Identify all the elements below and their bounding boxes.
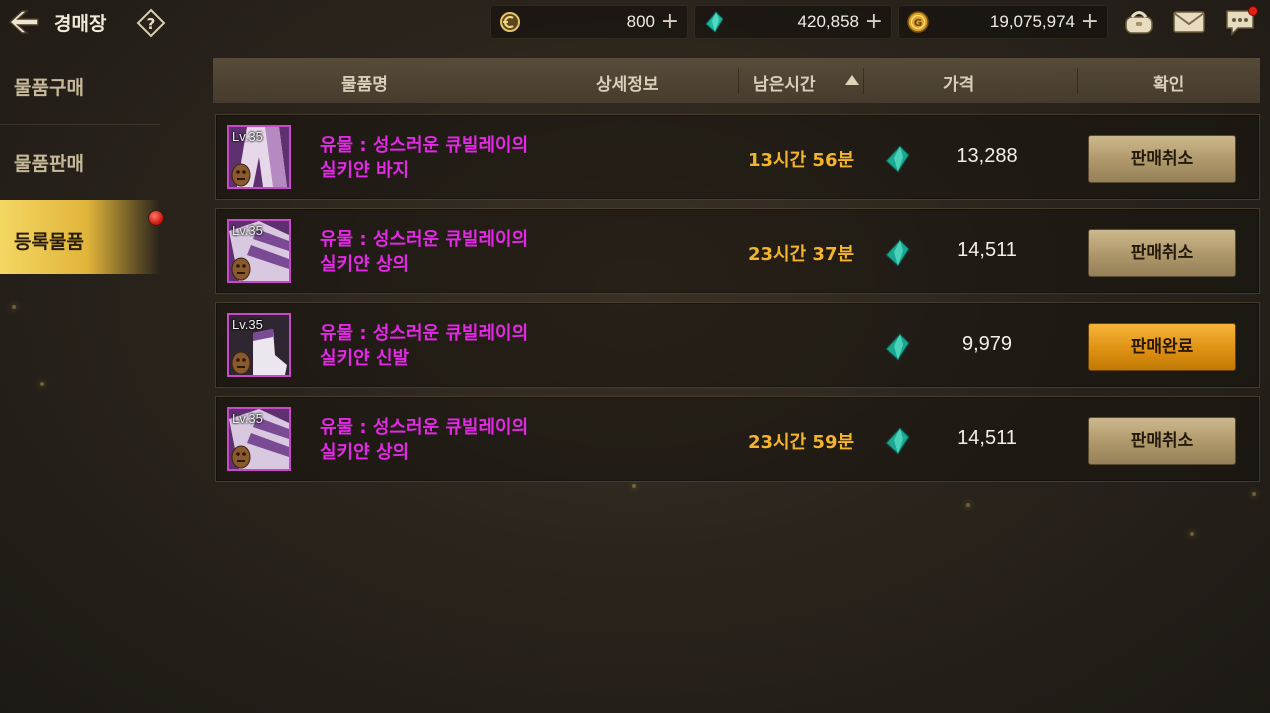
help-glyph: ? [147, 15, 156, 33]
column-header-time-remaining[interactable]: 남은시간 [753, 70, 816, 95]
notification-dot-icon [148, 210, 164, 226]
table-row: Lv.35 유물 : 성스러운 큐빌레이의 실키얀 상의 23시간 59분 14… [215, 396, 1260, 482]
column-divider [1077, 68, 1078, 94]
cancel-sale-button[interactable]: 판매취소 [1088, 229, 1236, 277]
currency-gem: 420,858 + [694, 5, 892, 39]
gem-currency-value: 420,858 [797, 12, 859, 31]
column-header-price: 가격 [943, 75, 975, 95]
item-name: 유물 : 성스러운 큐빌레이의 실키얀 상의 [320, 227, 580, 277]
sidebar-item-label: 등록물품 [14, 231, 84, 253]
price-value: 14,511 [957, 427, 1017, 449]
price-value: 14,511 [957, 239, 1017, 261]
mail-icon [1173, 11, 1205, 33]
ambient-sparkle [632, 484, 636, 488]
item-level: Lv.35 [232, 317, 263, 332]
item-slot[interactable]: Lv.35 [227, 407, 291, 471]
table-row: Lv.35 유물 : 성스러운 큐빌레이의 실키얀 상의 23시간 37분 14… [215, 208, 1260, 294]
svg-text:G: G [914, 18, 922, 29]
ambient-sparkle [12, 305, 16, 309]
item-slot[interactable]: Lv.35 [227, 313, 291, 377]
ambient-sparkle [966, 503, 970, 507]
sidebar-item-buy[interactable]: 물품구매 [0, 49, 160, 123]
top-bar: 경매장 ? 800 + 420,858 + G 19,075,974 + [0, 0, 1270, 46]
bag-icon [1125, 11, 1153, 34]
crest-currency-value: 800 [626, 12, 655, 31]
back-button[interactable] [6, 6, 42, 38]
sale-complete-button[interactable]: 판매완료 [1088, 323, 1236, 371]
table-row: Lv.35 유물 : 성스러운 큐빌레이의 실키얀 바지 13시간 56분 13… [215, 114, 1260, 200]
item-slot[interactable]: Lv.35 [227, 125, 291, 189]
time-remaining: 23시간 37분 [748, 244, 855, 265]
teal-gem-icon [885, 427, 910, 455]
ambient-sparkle [1252, 492, 1256, 496]
cancel-sale-button[interactable]: 판매취소 [1088, 135, 1236, 183]
ambient-sparkle [1190, 532, 1194, 536]
teal-gem-icon [885, 333, 910, 361]
column-divider [863, 68, 864, 94]
teal-gem-icon [885, 239, 910, 267]
item-name-line1: 유물 : 성스러운 큐빌레이의 [320, 323, 529, 344]
chat-button[interactable] [1224, 5, 1258, 37]
time-remaining: 23시간 59분 [748, 432, 855, 453]
ambient-sparkle [40, 382, 44, 386]
table-row: Lv.35 유물 : 성스러운 큐빌레이의 실키얀 신발 9,979 판매완료 [215, 302, 1260, 388]
inventory-bag-button[interactable] [1122, 5, 1156, 37]
sidebar-item-registered[interactable]: 등록물품 [0, 200, 160, 274]
page-title: 경매장 [54, 13, 107, 35]
teal-gem-icon [885, 145, 910, 173]
item-name: 유물 : 성스러운 큐빌레이의 실키얀 신발 [320, 321, 580, 371]
mail-button[interactable] [1172, 5, 1206, 37]
time-remaining: 13시간 56분 [748, 150, 855, 171]
item-name-line2: 실키얀 신발 [320, 348, 410, 369]
chat-bubble-icon [1226, 6, 1258, 36]
currency-crest: 800 + [490, 5, 688, 39]
item-name: 유물 : 성스러운 큐빌레이의 실키얀 바지 [320, 133, 580, 183]
item-name-line1: 유물 : 성스러운 큐빌레이의 [320, 229, 529, 250]
gold-currency-value: 19,075,974 [989, 12, 1075, 31]
price-value: 13,288 [956, 145, 1018, 167]
item-slot[interactable]: Lv.35 [227, 219, 291, 283]
gold-coin-icon: G [907, 11, 929, 33]
item-name-line1: 유물 : 성스러운 큐빌레이의 [320, 417, 529, 438]
sidebar-item-label: 물품구매 [14, 77, 84, 99]
add-gem-button[interactable]: + [865, 9, 883, 34]
crest-currency-icon [500, 12, 520, 32]
add-crest-button[interactable]: + [661, 9, 679, 34]
help-icon: ? [136, 8, 166, 38]
item-name-line2: 실키얀 바지 [320, 160, 410, 181]
column-header-confirm: 확인 [1153, 75, 1185, 95]
sidebar-item-sell[interactable]: 물품판매 [0, 124, 160, 199]
column-header-details: 상세정보 [596, 75, 659, 95]
sort-ascending-icon [845, 75, 859, 85]
column-header-item-name: 물품명 [341, 75, 388, 95]
item-name: 유물 : 성스러운 큐빌레이의 실키얀 상의 [320, 415, 580, 465]
add-gold-button[interactable]: + [1081, 9, 1099, 34]
item-level: Lv.35 [232, 129, 263, 144]
item-level: Lv.35 [232, 223, 263, 238]
back-arrow-icon [8, 10, 39, 34]
item-name-line2: 실키얀 상의 [320, 442, 410, 463]
sidebar-item-label: 물품판매 [14, 153, 84, 175]
item-name-line2: 실키얀 상의 [320, 254, 410, 275]
notification-dot-icon [1248, 6, 1258, 16]
help-button[interactable]: ? [136, 8, 166, 38]
currency-gold: G 19,075,974 + [898, 5, 1108, 39]
price-value: 9,979 [961, 333, 1013, 355]
item-name-line1: 유물 : 성스러운 큐빌레이의 [320, 135, 529, 156]
table-header: 물품명 상세정보 남은시간 가격 확인 [213, 58, 1260, 103]
cancel-sale-button[interactable]: 판매취소 [1088, 417, 1236, 465]
teal-gem-icon [705, 11, 724, 33]
item-level: Lv.35 [232, 411, 263, 426]
column-divider [738, 68, 739, 94]
